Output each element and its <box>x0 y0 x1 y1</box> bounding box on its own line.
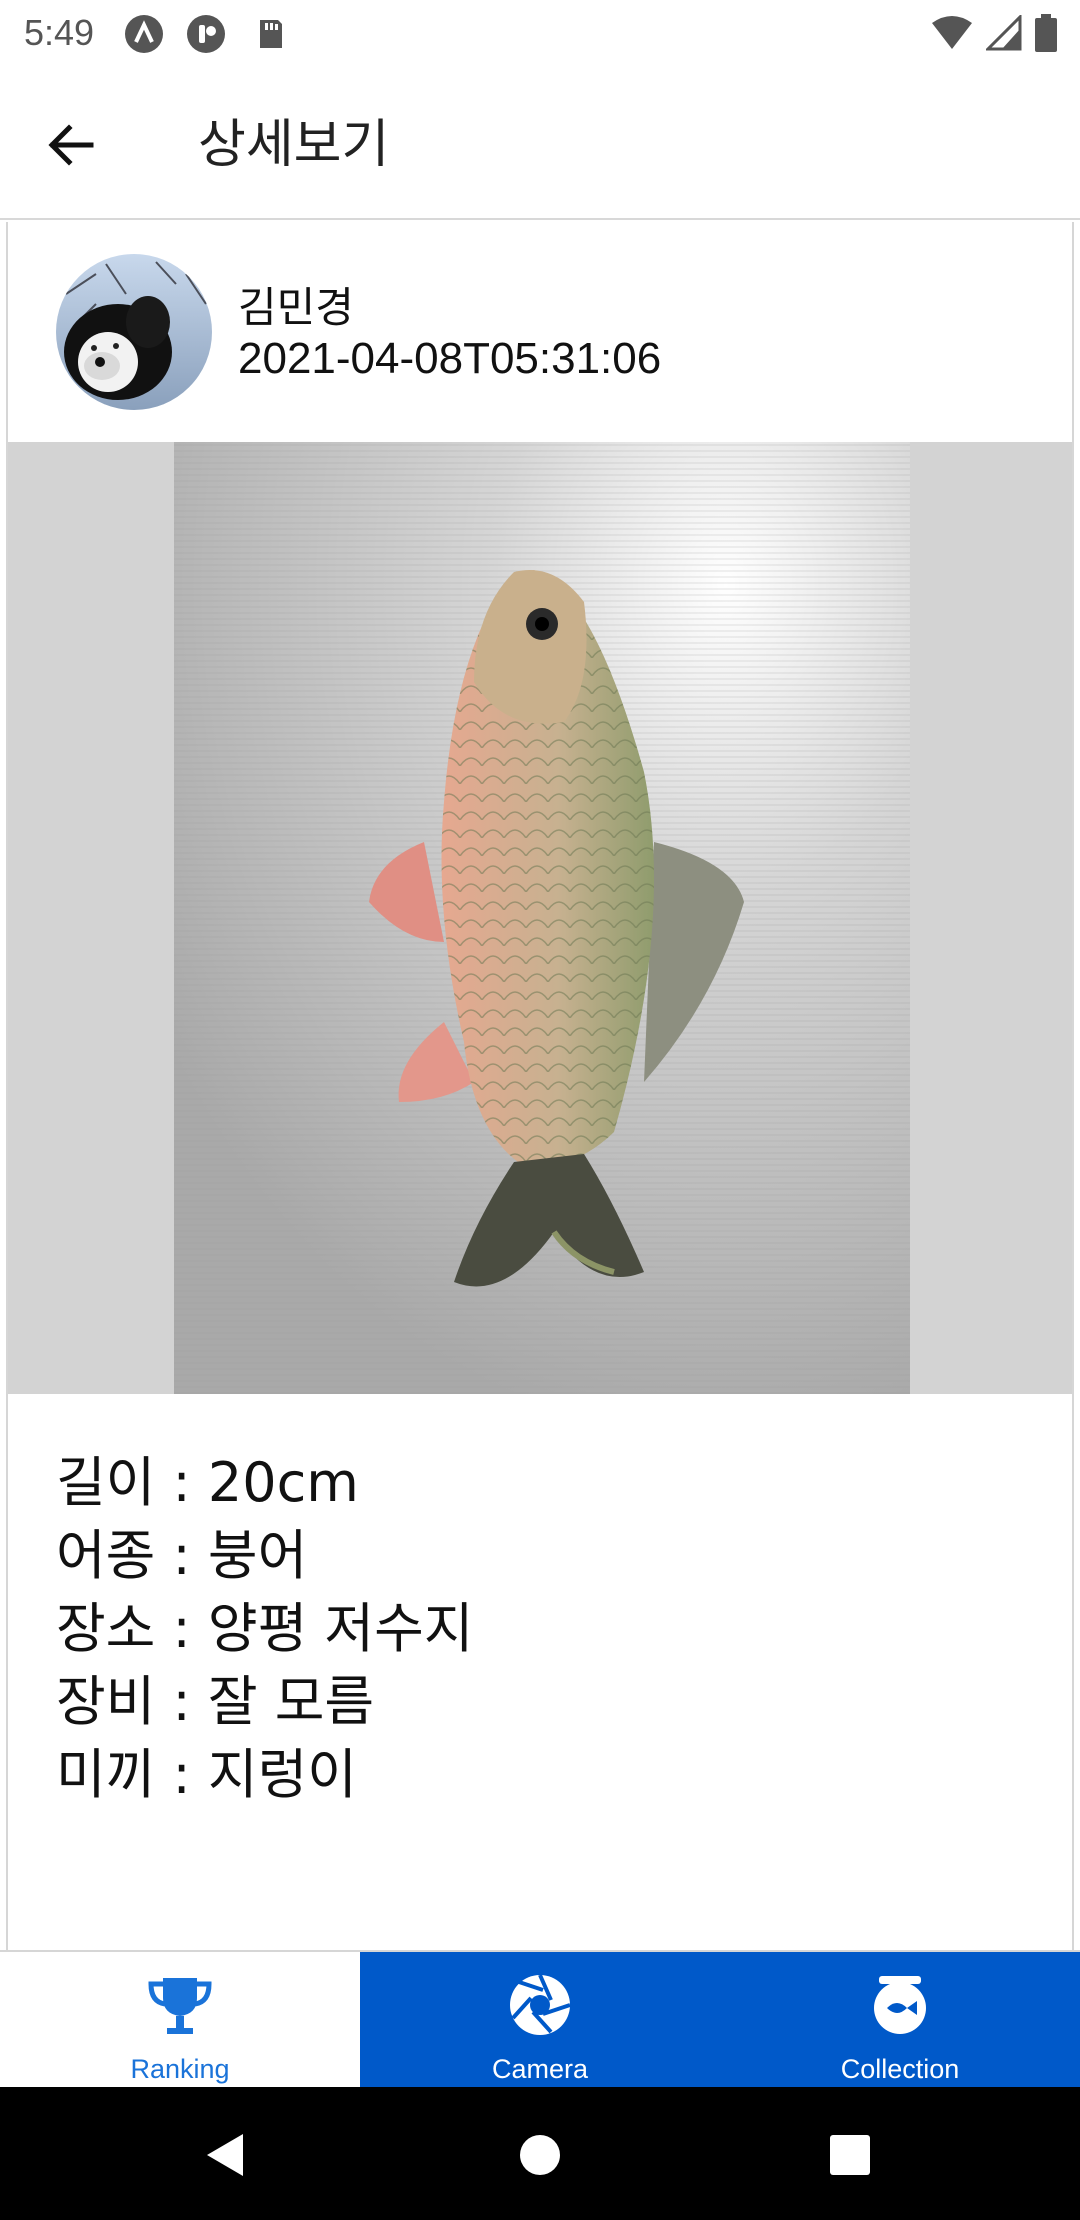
trophy-icon <box>145 1970 215 2040</box>
page-title: 상세보기 <box>198 115 390 175</box>
nav-item-ranking[interactable]: Ranking <box>0 1952 360 2089</box>
android-system-icon <box>124 14 164 54</box>
circle-home-icon <box>520 2135 560 2175</box>
status-time: 5:49 <box>24 12 95 53</box>
system-navigation-bar <box>0 2087 1080 2220</box>
status-bar: 5:49 <box>0 0 1080 66</box>
detail-location: 장소 : 양평 저수지 <box>56 1597 474 1660</box>
nav-label-ranking: Ranking <box>130 2054 230 2084</box>
fishbowl-icon <box>865 1970 935 2040</box>
back-button[interactable] <box>36 110 106 180</box>
nav-item-collection[interactable]: Collection <box>720 1952 1080 2089</box>
status-right-icons <box>930 13 1058 56</box>
avatar[interactable] <box>56 254 212 410</box>
wifi-icon <box>930 15 974 55</box>
detail-equipment: 장비 : 잘 모름 <box>56 1670 375 1733</box>
camera-shutter-icon <box>505 1970 575 2040</box>
nav-label-collection: Collection <box>840 2054 960 2084</box>
triangle-back-icon <box>207 2134 243 2176</box>
photo-area <box>8 442 1072 1394</box>
arrow-left-icon <box>48 124 94 166</box>
detail-length: 길이 : 20cm <box>56 1451 359 1514</box>
detail-species: 어종 : 붕어 <box>56 1524 308 1587</box>
system-back-button[interactable] <box>186 2115 266 2195</box>
bottom-navigation: Ranking Camera Collection <box>0 1950 1080 2089</box>
user-name: 김민경 <box>238 283 354 332</box>
post-date: 2021-04-08T05:31:06 <box>238 334 662 383</box>
post-header: 김민경 2021-04-08T05:31:06 <box>8 222 1072 442</box>
catch-details: 길이 : 20cm 어종 : 붕어 장소 : 양평 저수지 장비 : 잘 모름 … <box>8 1394 1072 1952</box>
app-bar: 상세보기 <box>0 66 1080 220</box>
post-detail-card: 김민경 2021-04-08T05:31:06 길이: 20cm 어종: 붕… <box>6 222 1074 1952</box>
fish-photo[interactable] <box>174 442 910 1394</box>
nav-item-camera[interactable]: Camera <box>360 1952 720 2089</box>
nav-label-camera: Camera <box>491 2054 589 2084</box>
sd-card-icon <box>250 14 290 54</box>
system-recents-button[interactable] <box>810 2115 890 2195</box>
detail-bait: 미끼 : 지렁이 <box>56 1743 357 1806</box>
square-recents-icon <box>830 2135 870 2175</box>
assistant-icon <box>186 14 226 54</box>
signal-icon <box>984 13 1022 55</box>
battery-icon <box>1034 14 1058 56</box>
system-home-button[interactable] <box>500 2115 580 2195</box>
